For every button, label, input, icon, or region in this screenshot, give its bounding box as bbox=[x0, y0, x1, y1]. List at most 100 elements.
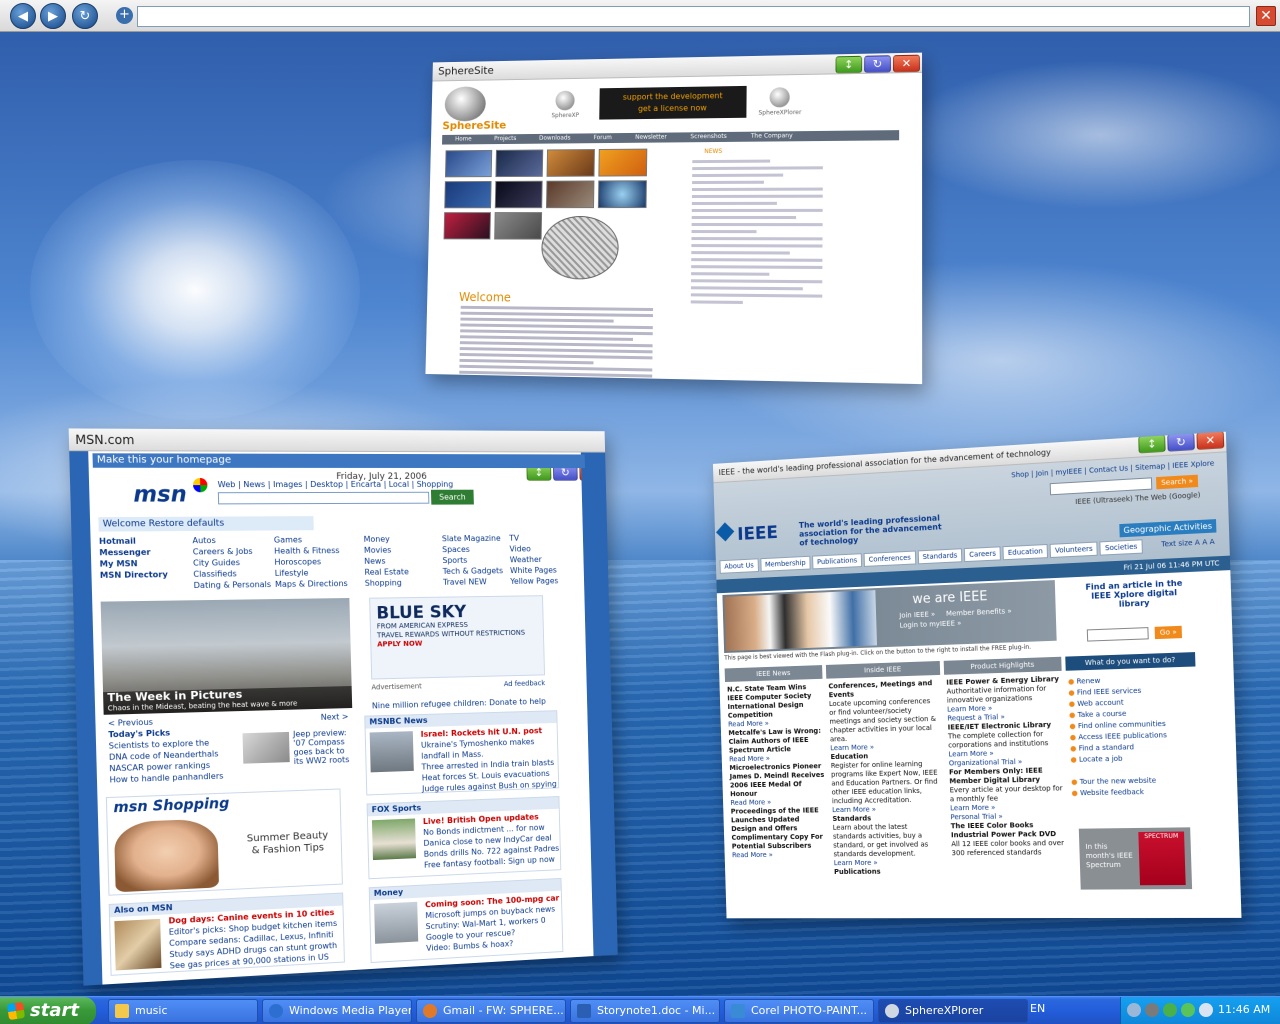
banner-links[interactable]: Join IEEE » Member Benefits » Login to m… bbox=[899, 606, 1012, 630]
tray-clock-icon[interactable] bbox=[1145, 1003, 1159, 1017]
browser-close-button[interactable]: ✕ bbox=[1256, 6, 1276, 26]
msn-window[interactable]: MSN.com ↕ ↻ ✕ Make this your homepage Fr… bbox=[68, 428, 618, 986]
product-title[interactable]: The IEEE Color Books Industrial Power Pa… bbox=[951, 821, 1057, 839]
tab-volunteers[interactable]: Volunteers bbox=[1049, 541, 1099, 559]
search-input[interactable] bbox=[217, 491, 430, 505]
taskbar-item-media-player[interactable]: Windows Media Player bbox=[262, 999, 412, 1023]
service-link[interactable]: Health & Fitness bbox=[274, 545, 364, 557]
service-link[interactable]: Tech & Gadgets bbox=[443, 565, 511, 577]
news-image[interactable] bbox=[369, 731, 414, 773]
nav-downloads[interactable]: Downloads bbox=[539, 134, 571, 144]
service-link[interactable]: News bbox=[364, 555, 443, 567]
service-link[interactable]: Yellow Pages bbox=[510, 575, 567, 586]
jeep-image[interactable] bbox=[242, 731, 290, 764]
taskbar-item-music[interactable]: music bbox=[108, 999, 258, 1023]
service-link[interactable]: Games bbox=[274, 534, 364, 546]
product-spherexp[interactable]: SphereXP bbox=[551, 90, 579, 119]
service-link[interactable]: Messenger bbox=[99, 546, 193, 558]
product-title[interactable]: For Members Only: IEEE Member Digital Li… bbox=[949, 767, 1043, 786]
screenshot-thumbnail[interactable] bbox=[495, 149, 544, 178]
screenshot-thumbnail[interactable] bbox=[494, 212, 543, 240]
tray-arrow-icon[interactable] bbox=[1127, 1003, 1141, 1017]
service-link[interactable]: Hotmail bbox=[99, 535, 193, 547]
forward-button[interactable]: ▶ bbox=[40, 3, 66, 29]
nav-forum[interactable]: Forum bbox=[593, 133, 612, 143]
taskbar-item-gmail[interactable]: Gmail - FW: SPHERE... bbox=[416, 999, 566, 1023]
xplore-search-input[interactable] bbox=[1086, 627, 1149, 642]
window-resize-button[interactable]: ↕ bbox=[835, 55, 863, 74]
week-in-pictures-photo[interactable]: The Week in Pictures Chaos in the Mideas… bbox=[100, 598, 353, 715]
spheresite-logo[interactable]: SphereSite bbox=[442, 119, 506, 132]
service-link[interactable]: White Pages bbox=[510, 565, 567, 576]
screenshot-thumbnail[interactable] bbox=[443, 212, 491, 240]
service-link[interactable]: Money bbox=[364, 533, 443, 545]
service-link[interactable]: Autos bbox=[192, 534, 274, 546]
window-rotate-button[interactable]: ↻ bbox=[864, 55, 891, 73]
service-link[interactable]: TV bbox=[509, 532, 566, 543]
window-close-button[interactable]: ✕ bbox=[892, 54, 920, 73]
search-input[interactable] bbox=[1049, 477, 1153, 496]
search-scope-radio[interactable]: IEEE (Ultraseek) The Web (Google) bbox=[1075, 491, 1201, 506]
msn-shopping-box[interactable]: msn Shopping Summer Beauty & Fashion Tip… bbox=[105, 788, 343, 896]
jeep-preview-link[interactable]: Jeep preview: '07 Compass goes back to i… bbox=[289, 728, 354, 766]
news-headline[interactable]: Microelectronics Pioneer James D. Meindl… bbox=[729, 762, 824, 798]
nav-company[interactable]: The Company bbox=[751, 131, 793, 141]
tab-conferences[interactable]: Conferences bbox=[863, 550, 916, 567]
dog-image[interactable] bbox=[114, 918, 162, 971]
previous-link[interactable]: < Previous bbox=[108, 718, 153, 729]
window-rotate-button[interactable]: ↻ bbox=[1167, 432, 1195, 452]
read-more-link[interactable]: Read More » bbox=[732, 850, 828, 860]
action-link[interactable]: ● Website feedback bbox=[1071, 787, 1168, 800]
window-resize-button[interactable]: ↕ bbox=[1138, 434, 1166, 454]
tab-publications[interactable]: Publications bbox=[812, 553, 863, 570]
service-link[interactable]: Shopping bbox=[365, 577, 444, 589]
tab-careers[interactable]: Careers bbox=[963, 546, 1002, 563]
ieee-logo[interactable]: IEEE bbox=[737, 522, 778, 545]
nav-newsletter[interactable]: Newsletter bbox=[635, 133, 667, 143]
back-button[interactable]: ◀ bbox=[10, 3, 36, 29]
text-size-control[interactable]: Text size A A A bbox=[1161, 538, 1215, 549]
service-link[interactable]: Dating & Personals bbox=[193, 579, 275, 591]
tray-network-icon[interactable] bbox=[1181, 1003, 1195, 1017]
taskbar-item-corel[interactable]: Corel PHOTO-PAINT... bbox=[724, 999, 874, 1023]
next-link[interactable]: Next > bbox=[321, 712, 349, 722]
nav-home[interactable]: Home bbox=[455, 135, 472, 145]
service-link[interactable]: Maps & Directions bbox=[275, 578, 365, 590]
product-spherexplorer[interactable]: SphereXPlorer bbox=[758, 87, 801, 117]
service-link[interactable]: Video bbox=[509, 543, 566, 554]
service-link[interactable]: Weather bbox=[510, 554, 567, 565]
screenshot-thumbnail[interactable] bbox=[546, 149, 595, 177]
tab-societies[interactable]: Societies bbox=[1099, 539, 1143, 556]
address-bar[interactable] bbox=[137, 6, 1250, 27]
ad-feedback-link[interactable]: Ad feedback bbox=[504, 679, 546, 688]
service-link[interactable]: City Guides bbox=[193, 557, 275, 569]
service-link[interactable]: Spaces bbox=[442, 544, 510, 555]
language-indicator[interactable]: EN bbox=[1030, 1002, 1045, 1015]
xplore-go-button[interactable]: Go » bbox=[1154, 625, 1183, 640]
tab-geographic-activities[interactable]: Geographic Activities bbox=[1119, 519, 1217, 538]
action-link[interactable]: ● Tour the new website bbox=[1071, 775, 1168, 788]
learn-more-link[interactable]: Learn More » bbox=[832, 804, 942, 815]
blue-sky-ad[interactable]: BLUE SKY FROM AMERICAN EXPRESS TRAVEL RE… bbox=[369, 595, 546, 680]
refugee-link[interactable]: Nine million refugee children: Donate to… bbox=[372, 697, 546, 711]
service-link[interactable]: Sports bbox=[442, 554, 510, 566]
service-link[interactable]: Movies bbox=[364, 544, 443, 556]
nav-projects[interactable]: Projects bbox=[494, 134, 516, 144]
spectrum-promo[interactable]: In this month's IEEE Spectrum SPECTRUM bbox=[1078, 827, 1193, 890]
make-homepage-link[interactable]: Make this your homepage bbox=[92, 453, 585, 469]
tray-messenger-icon[interactable] bbox=[1163, 1003, 1177, 1017]
tab-about-us[interactable]: About Us bbox=[719, 558, 759, 574]
tab-education[interactable]: Education bbox=[1002, 543, 1049, 561]
learn-more-link[interactable]: Learn More » bbox=[834, 858, 944, 868]
screenshot-thumbnail[interactable] bbox=[444, 149, 493, 178]
car-image[interactable] bbox=[374, 901, 419, 944]
search-button[interactable]: Search » bbox=[1156, 474, 1199, 490]
shopping-promo[interactable]: Summer Beauty & Fashion Tips bbox=[242, 830, 333, 858]
service-link[interactable]: Travel NEW bbox=[443, 576, 511, 588]
service-link[interactable]: Careers & Jobs bbox=[193, 546, 275, 558]
new-tab-button[interactable]: + bbox=[116, 7, 133, 24]
screenshot-thumbnail[interactable] bbox=[597, 180, 647, 209]
taskbar-item-spherexplorer[interactable]: SphereXPlorer bbox=[878, 999, 1028, 1023]
taskbar-item-word[interactable]: Storynote1.doc - Mi... bbox=[570, 999, 720, 1023]
license-banner[interactable]: support the development get a license now bbox=[599, 85, 747, 120]
